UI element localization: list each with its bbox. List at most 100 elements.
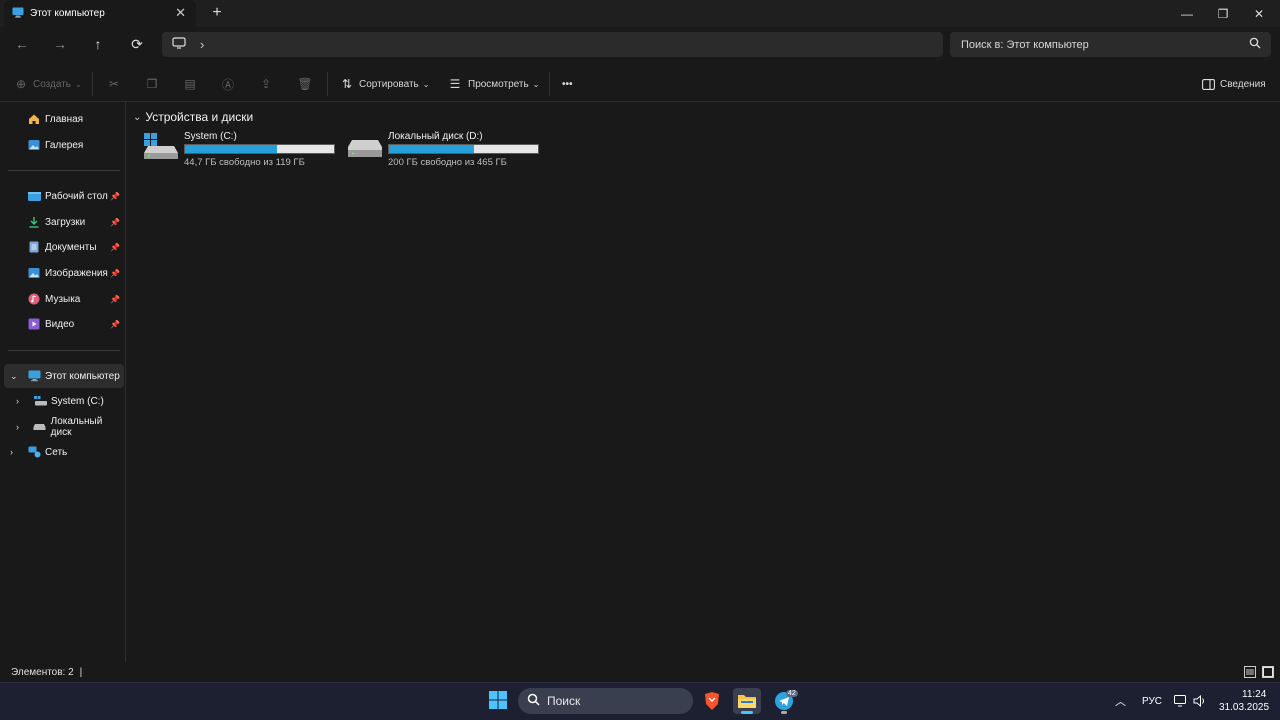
create-button[interactable]: ⊕ Создать ⌄ [13,76,82,92]
video-icon [27,317,41,331]
music-icon [27,292,41,306]
sidebar-item-drive-c[interactable]: › System (C:) [4,389,124,413]
rename-button[interactable]: Ⓐ [220,76,236,92]
file-explorer-icon[interactable] [733,688,761,714]
download-icon [27,215,41,229]
sort-button[interactable]: ⇅ Сортировать ⌄ [339,76,429,92]
scissors-icon: ✂ [108,77,120,91]
tab-close-icon[interactable]: ✕ [175,5,186,21]
delete-button[interactable]: 🗑 [297,76,313,92]
details-view-icon[interactable] [1244,666,1256,681]
language-indicator[interactable]: РУС [1142,696,1162,707]
drive-name: Локальный диск (D:) [388,131,483,142]
sidebar-item-gallery[interactable]: Галерея [4,133,124,157]
toolbar-divider [549,72,550,96]
cut-button[interactable]: ✂ [106,76,122,92]
restore-button[interactable]: ❐ [1204,0,1242,27]
details-pane-icon [1200,76,1216,92]
drive-usage-fill [389,145,474,153]
sidebar-item-home[interactable]: Главная [4,107,124,131]
taskbar-search[interactable]: Поиск [518,688,693,714]
drive-tile-c[interactable]: System (C:) 44,7 ГБ свободно из 119 ГБ [143,131,343,168]
chevron-right-icon[interactable]: › [16,422,19,432]
tab-this-pc[interactable]: Этот компьютер ✕ [4,0,196,27]
home-icon [27,112,41,126]
forward-icon[interactable]: → [49,33,71,55]
pin-icon[interactable]: 📌 [110,243,120,252]
sidebar-item-videos[interactable]: Видео 📌 [4,312,124,336]
pin-icon[interactable]: 📌 [110,269,120,278]
desktop-icon [27,189,41,203]
clock-time[interactable]: 11:24 [1242,689,1266,700]
sidebar-item-label: Локальный диск [50,416,103,438]
up-icon[interactable]: ↑ [87,33,109,55]
active-indicator [741,711,753,714]
chevron-right-icon[interactable]: › [10,447,13,457]
sidebar-item-label: Главная [45,113,84,125]
toolbar-divider [327,72,328,96]
sidebar-item-downloads[interactable]: Загрузки 📌 [4,210,124,234]
copy-icon: ❐ [146,77,158,91]
chevron-down-icon[interactable]: ⌄ [10,371,18,382]
volume-icon[interactable] [1193,694,1207,710]
drive-free-space: 200 ГБ свободно из 465 ГБ [388,157,507,168]
details-button[interactable]: Сведения [1200,76,1266,92]
sidebar-item-pictures[interactable]: Изображения 📌 [4,261,124,285]
view-button[interactable]: ☰ Просмотреть ⌄ [447,76,540,92]
minimize-button[interactable]: — [1168,0,1206,27]
more-options-button[interactable]: ••• [562,76,573,92]
copy-button[interactable]: ❐ [144,76,160,92]
breadcrumb-chevron-icon[interactable]: › [200,37,204,52]
drive-tile-d[interactable]: Локальный диск (D:) 200 ГБ свободно из 4… [347,131,547,168]
sidebar-item-desktop[interactable]: Рабочий стол 📌 [4,184,124,208]
sidebar-item-label: Видео [45,318,75,330]
tray-overflow-icon[interactable]: ︿ [1115,693,1126,709]
tiles-view-icon[interactable] [1262,666,1274,681]
gallery-icon [27,138,41,152]
sidebar-item-label: Галерея [45,139,84,151]
pin-icon[interactable]: 📌 [110,192,120,201]
network-status-icon[interactable] [1174,695,1188,710]
refresh-icon[interactable]: ⟳ [126,33,148,55]
start-button[interactable] [484,688,512,714]
search-input[interactable]: Поиск в: Этот компьютер [950,32,1271,57]
search-icon [527,693,540,709]
pin-icon[interactable]: 📌 [110,218,120,227]
trash-icon: 🗑 [297,77,313,91]
paste-icon: ▤ [184,77,196,91]
system-drive-icon [143,132,179,163]
chevron-right-icon[interactable]: › [16,396,19,406]
sidebar-item-documents[interactable]: Документы 📌 [4,235,124,259]
drive-usage-fill [185,145,278,153]
clock-date[interactable]: 31.03.2025 [1219,702,1269,713]
back-icon[interactable]: ← [11,33,33,55]
section-devices-header[interactable]: ⌄ Устройства и диски [133,110,253,124]
share-button[interactable]: ⇪ [258,76,274,92]
sidebar-item-label: Документы [45,241,97,253]
sidebar-item-label: Изображения [45,267,108,279]
sidebar-item-drive-d[interactable]: › Локальный диск [4,415,124,439]
computer-icon [12,7,24,21]
brave-browser-icon[interactable] [698,688,726,714]
sidebar-item-network[interactable]: › Сеть [4,440,124,464]
sidebar-item-label: Этот компьютер [45,370,120,382]
view-label: Просмотреть [468,78,529,90]
status-bar: Элементов: 2 | [0,662,1280,682]
sidebar-item-label: Рабочий стол [45,190,108,202]
sidebar-item-music[interactable]: Музыка 📌 [4,287,124,311]
create-label: Создать [33,78,72,90]
rename-icon: Ⓐ [221,77,234,92]
item-count: Элементов: 2 [11,666,74,678]
address-bar[interactable]: › [162,32,943,57]
telegram-icon[interactable]: 42 [770,688,798,714]
drive-info: Локальный диск (D:) 200 ГБ свободно из 4… [388,131,539,168]
paste-button[interactable]: ▤ [182,76,198,92]
monitor-icon [172,37,186,52]
pin-icon[interactable]: 📌 [110,295,120,304]
sidebar-item-this-pc[interactable]: ⌄ Этот компьютер [4,364,124,388]
running-indicator [781,711,787,714]
close-button[interactable]: ✕ [1240,0,1278,27]
new-tab-button[interactable]: + [208,4,226,22]
drive-usage-bar [388,144,539,154]
pin-icon[interactable]: 📌 [110,320,120,329]
